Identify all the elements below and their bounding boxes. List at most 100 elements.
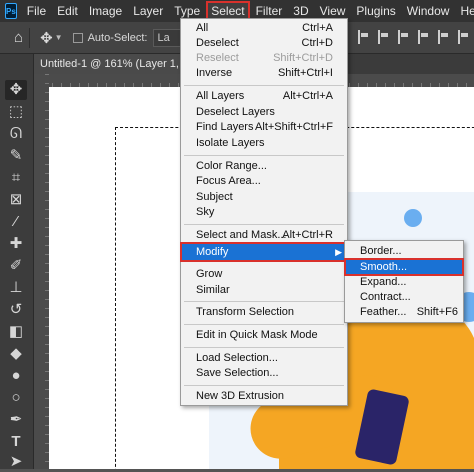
menu-item-grow[interactable]: Grow bbox=[181, 267, 347, 282]
menu-item-similar[interactable]: Similar bbox=[181, 283, 347, 298]
menu-separator bbox=[184, 385, 344, 386]
menu-item-save-selection[interactable]: Save Selection... bbox=[181, 366, 347, 381]
menu-item-isolate-layers[interactable]: Isolate Layers bbox=[181, 136, 347, 151]
menu-item-label: Contract... bbox=[360, 291, 411, 303]
home-icon[interactable]: ⌂ bbox=[14, 29, 23, 46]
menu-item-label: Grow bbox=[196, 268, 223, 280]
tools-panel: ✥ ⬚ ᘏ ✎ ⌗ ⊠ ⁄ ✚ ✐ ⊥ ↺ ◧ ◆ ● ○ ✒ T ➤ bbox=[0, 54, 34, 472]
blur-tool-icon[interactable]: ● bbox=[5, 366, 27, 386]
divider bbox=[29, 27, 31, 48]
menu-item-label: Deselect bbox=[196, 37, 239, 49]
menu-item-color-range[interactable]: Color Range... bbox=[181, 159, 347, 174]
menu-separator bbox=[184, 324, 344, 325]
menu-item-label: Edit in Quick Mask Mode bbox=[196, 329, 318, 341]
menu-edit[interactable]: Edit bbox=[53, 2, 82, 21]
auto-select-target-dropdown[interactable]: La bbox=[153, 28, 182, 47]
menu-item-label: Similar bbox=[196, 284, 230, 296]
menu-item-label: Isolate Layers bbox=[196, 137, 265, 149]
align-left-icon[interactable] bbox=[358, 30, 368, 44]
brush-tool-icon[interactable]: ✐ bbox=[5, 256, 27, 276]
submenu-item-border[interactable]: Border... bbox=[345, 244, 463, 259]
menu-item-shortcut: Ctrl+D bbox=[301, 37, 333, 49]
menu-layer[interactable]: Layer bbox=[129, 2, 167, 21]
select-menu-dropdown: All Ctrl+A Deselect Ctrl+D Reselect Shif… bbox=[180, 18, 348, 406]
align-right-icon[interactable] bbox=[398, 30, 408, 44]
photoshop-logo-icon: Ps bbox=[5, 3, 17, 19]
align-top-icon[interactable] bbox=[418, 30, 428, 44]
submenu-item-expand[interactable]: Expand... bbox=[345, 275, 463, 290]
menu-item-shortcut: Shift+F6 bbox=[416, 306, 458, 318]
menu-item-modify[interactable]: Modify ▶ bbox=[180, 242, 348, 262]
menu-item-label: Deselect Layers bbox=[196, 106, 275, 118]
auto-select-label: Auto-Select: bbox=[87, 31, 148, 44]
menu-item-new-3d-extrusion[interactable]: New 3D Extrusion bbox=[181, 389, 347, 404]
menu-file[interactable]: File bbox=[23, 2, 50, 21]
type-tool-icon[interactable]: T bbox=[5, 432, 27, 452]
menu-item-sky[interactable]: Sky bbox=[181, 205, 347, 220]
lasso-tool-icon[interactable]: ᘏ bbox=[5, 124, 27, 144]
menu-item-shortcut: Alt+Ctrl+A bbox=[282, 90, 333, 102]
menu-item-transform-selection[interactable]: Transform Selection bbox=[181, 305, 347, 320]
move-tool-preset-icon[interactable]: ✥ bbox=[40, 29, 53, 47]
paint-bucket-tool-icon[interactable]: ◆ bbox=[5, 344, 27, 364]
align-bottom-icon[interactable] bbox=[458, 30, 468, 44]
menu-separator bbox=[184, 155, 344, 156]
frame-tool-icon[interactable]: ⊠ bbox=[5, 190, 27, 210]
menu-item-focus-area[interactable]: Focus Area... bbox=[181, 174, 347, 189]
menu-item-label: Modify bbox=[196, 246, 229, 258]
menu-item-shortcut: Shift+Ctrl+I bbox=[277, 67, 333, 79]
menu-item-label: All Layers bbox=[196, 90, 245, 102]
menu-item-label: Sky bbox=[196, 206, 215, 218]
submenu-arrow-icon: ▶ bbox=[335, 247, 342, 257]
menu-item-label: Transform Selection bbox=[196, 306, 295, 318]
clone-stamp-tool-icon[interactable]: ⊥ bbox=[5, 278, 27, 298]
menu-item-load-selection[interactable]: Load Selection... bbox=[181, 351, 347, 366]
menu-window[interactable]: Window bbox=[403, 2, 454, 21]
eraser-tool-icon[interactable]: ◧ bbox=[5, 322, 27, 342]
menu-item-label: Subject bbox=[196, 191, 233, 203]
menu-item-label: New 3D Extrusion bbox=[196, 390, 285, 402]
menu-item-label: Select and Mask... bbox=[196, 229, 287, 241]
menu-item-quick-mask[interactable]: Edit in Quick Mask Mode bbox=[181, 328, 347, 343]
quick-select-tool-icon[interactable]: ✎ bbox=[5, 146, 27, 166]
menu-item-all-layers[interactable]: All Layers Alt+Ctrl+A bbox=[181, 89, 347, 104]
menu-help[interactable]: Help bbox=[456, 2, 474, 21]
menu-item-deselect[interactable]: Deselect Ctrl+D bbox=[181, 36, 347, 51]
eyedropper-tool-icon[interactable]: ⁄ bbox=[5, 212, 27, 232]
document-tab[interactable]: Untitled-1 @ 161% (Layer 1, RG bbox=[34, 54, 184, 74]
menu-plugins[interactable]: Plugins bbox=[352, 2, 399, 21]
vertical-ruler[interactable] bbox=[34, 74, 49, 469]
pen-tool-icon[interactable]: ✒ bbox=[5, 410, 27, 430]
menu-item-label: All bbox=[196, 22, 209, 34]
healing-brush-tool-icon[interactable]: ✚ bbox=[5, 234, 27, 254]
menu-item-label: Save Selection... bbox=[196, 367, 279, 379]
menu-item-inverse[interactable]: Inverse Shift+Ctrl+I bbox=[181, 66, 347, 81]
menu-image[interactable]: Image bbox=[85, 2, 126, 21]
menu-item-subject[interactable]: Subject bbox=[181, 190, 347, 205]
menu-item-select-and-mask[interactable]: Select and Mask... Alt+Ctrl+R bbox=[181, 228, 347, 243]
auto-select-checkbox[interactable] bbox=[72, 32, 83, 43]
menu-separator bbox=[184, 347, 344, 348]
marquee-tool-icon[interactable]: ⬚ bbox=[5, 102, 27, 122]
menu-item-all[interactable]: All Ctrl+A bbox=[181, 21, 347, 36]
submenu-item-contract[interactable]: Contract... bbox=[345, 290, 463, 305]
menu-separator bbox=[184, 224, 344, 225]
crop-tool-icon[interactable]: ⌗ bbox=[5, 168, 27, 188]
dodge-tool-icon[interactable]: ○ bbox=[5, 388, 27, 408]
menu-item-shortcut: Shift+Ctrl+D bbox=[273, 52, 333, 64]
menu-item-deselect-layers[interactable]: Deselect Layers bbox=[181, 105, 347, 120]
align-center-icon[interactable] bbox=[378, 30, 388, 44]
menu-item-shortcut: Ctrl+A bbox=[302, 22, 333, 34]
menu-item-label: Border... bbox=[360, 245, 402, 257]
menu-item-shortcut: Alt+Ctrl+R bbox=[282, 229, 333, 241]
submenu-item-smooth[interactable]: Smooth... bbox=[344, 258, 464, 276]
menu-item-label: Smooth... bbox=[360, 261, 408, 273]
align-middle-icon[interactable] bbox=[438, 30, 448, 44]
chevron-down-icon[interactable]: ▼ bbox=[55, 33, 63, 42]
history-brush-tool-icon[interactable]: ↺ bbox=[5, 300, 27, 320]
path-select-tool-icon[interactable]: ➤ bbox=[5, 452, 27, 472]
submenu-item-feather[interactable]: Feather... Shift+F6 bbox=[345, 305, 463, 320]
move-tool-icon[interactable]: ✥ bbox=[5, 80, 27, 100]
menu-item-label: Inverse bbox=[196, 67, 233, 79]
menu-item-find-layers[interactable]: Find Layers Alt+Shift+Ctrl+F bbox=[181, 120, 347, 135]
